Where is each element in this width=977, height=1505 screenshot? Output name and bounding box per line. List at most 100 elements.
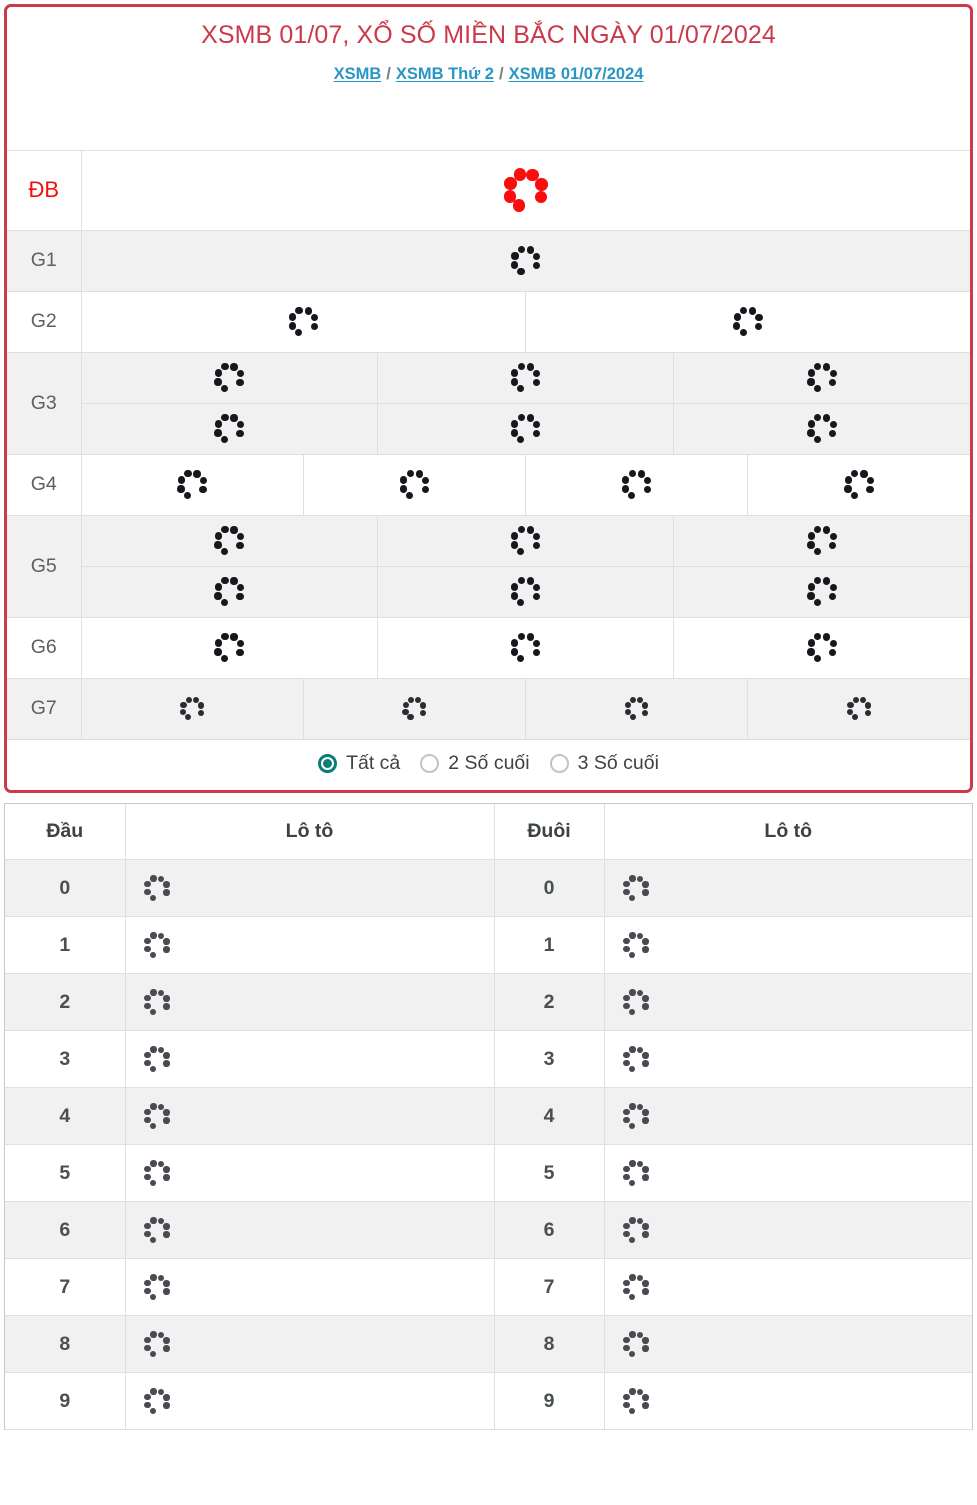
prize-label-g2: G2 — [7, 290, 82, 353]
spinner-dot — [144, 888, 151, 896]
spinner-dot — [642, 1052, 649, 1059]
prize-cell — [81, 616, 378, 679]
spinner-dot — [814, 526, 822, 534]
table-loading-row — [7, 99, 970, 151]
spinner-dot — [199, 486, 207, 494]
spinner-dot — [150, 1331, 157, 1338]
spinner-dot — [149, 894, 156, 901]
spinner-dot — [517, 363, 525, 371]
spinner-dot — [851, 470, 859, 478]
spinner-dot — [221, 414, 229, 422]
radio-button-icon[interactable] — [549, 754, 569, 774]
prize-cell — [377, 351, 675, 404]
loading-spinner-icon — [214, 525, 245, 556]
table-row: 55 — [5, 1144, 972, 1203]
loading-spinner-icon — [144, 1103, 171, 1130]
filter-radio-option-2[interactable]: 3 Số cuối — [549, 753, 659, 774]
spinner-dot — [144, 1165, 151, 1173]
filter-radio-option-0[interactable]: Tất cả — [318, 751, 401, 774]
spinner-dot — [642, 1231, 649, 1238]
spinner-dot — [236, 583, 244, 592]
spinner-dot — [163, 881, 170, 888]
loto-dau-value: 7 — [5, 1258, 126, 1317]
spinner-dot — [866, 476, 874, 485]
breadcrumb-link-xsmb[interactable]: XSMB — [334, 65, 382, 83]
spinner-dot — [150, 1103, 157, 1110]
spinner-dot — [163, 1052, 170, 1059]
breadcrumb-link-xsmb-thu-2[interactable]: XSMB Thứ 2 — [396, 65, 494, 83]
spinner-dot — [860, 470, 868, 478]
spinner-dot — [749, 307, 757, 315]
prize-row-g5 — [7, 565, 970, 618]
spinner-dot — [214, 583, 222, 591]
spinner-dot — [183, 492, 191, 500]
loading-spinner-icon — [402, 696, 427, 721]
spinner-dot — [532, 430, 540, 438]
filter-radio-option-1[interactable]: 2 Số cuối — [420, 753, 530, 774]
spinner-dot — [184, 470, 192, 478]
spinner-dot — [517, 385, 525, 393]
spinner-dot — [310, 323, 318, 331]
loto-values-right — [604, 1372, 972, 1431]
radio-button-icon[interactable] — [420, 754, 440, 774]
filter-radio-group[interactable]: Tất cả 2 Số cuối 3 Số cuối — [7, 738, 970, 791]
spinner-dot — [629, 875, 636, 882]
loading-spinner-icon — [214, 362, 245, 393]
loto-dau-value: 4 — [5, 1087, 126, 1146]
spinner-dot — [236, 379, 244, 387]
loading-spinner-icon — [288, 306, 319, 337]
filter-radio-label: Tất cả — [346, 751, 401, 774]
spinner-dot — [144, 1173, 151, 1181]
loading-spinner-icon — [144, 1217, 171, 1244]
spinner-dot — [624, 701, 632, 709]
spinner-dot — [829, 379, 837, 387]
spinner-dot — [642, 1345, 649, 1352]
spinner-dot — [214, 378, 222, 386]
spinner-dot — [163, 1060, 170, 1067]
prize-cell — [525, 290, 970, 353]
spinner-dot — [180, 701, 187, 709]
prize-label-g7: G7 — [7, 677, 82, 739]
breadcrumb-link-xsmb-date[interactable]: XSMB 01/07/2024 — [509, 65, 644, 83]
spinner-dot — [623, 1051, 630, 1059]
spinner-dot — [642, 938, 649, 945]
spinner-dot — [622, 476, 630, 484]
spinner-dot — [813, 655, 821, 663]
spinner-dot — [628, 1179, 635, 1186]
spinner-dot — [163, 938, 170, 945]
table-row: 77 — [5, 1258, 972, 1317]
prize-cell — [81, 290, 526, 353]
spinner-dot — [526, 577, 534, 585]
spinner-dot — [739, 329, 747, 337]
spinner-dot — [814, 363, 822, 371]
spinner-dot — [823, 526, 831, 534]
loto-header-loto-right: Lô tô — [604, 804, 972, 861]
spinner-dot — [150, 1388, 157, 1395]
spinner-dot — [236, 430, 244, 438]
spinner-dot — [144, 1116, 151, 1124]
spinner-dot — [230, 577, 238, 585]
loto-values-right — [604, 973, 972, 1032]
prize-row-g5: G5 — [7, 514, 970, 618]
spinner-dot — [214, 592, 222, 600]
spinner-dot — [230, 526, 238, 534]
prize-cell — [377, 402, 675, 455]
loading-spinner-icon — [510, 525, 541, 556]
spinner-dot — [420, 702, 427, 709]
loading-spinner-icon — [214, 576, 245, 607]
prize-cell — [81, 453, 304, 516]
radio-button-icon[interactable] — [318, 754, 338, 774]
spinner-dot — [526, 633, 534, 641]
loading-spinner-icon — [807, 632, 838, 663]
spinner-dot — [629, 1160, 636, 1167]
spinner-dot — [629, 932, 636, 939]
loading-spinner-icon — [436, 109, 466, 139]
prize-cell — [377, 616, 675, 679]
spinner-dot — [214, 369, 222, 377]
spinner-dot — [503, 190, 517, 203]
lottery-result-panel: XSMB 01/07, XỔ SỐ MIỀN BẮC NGÀY 01/07/20… — [4, 4, 973, 794]
spinner-dot — [214, 429, 222, 437]
loto-values-left — [125, 1030, 495, 1089]
spinner-dot — [517, 246, 526, 254]
spinner-dot — [807, 592, 815, 600]
